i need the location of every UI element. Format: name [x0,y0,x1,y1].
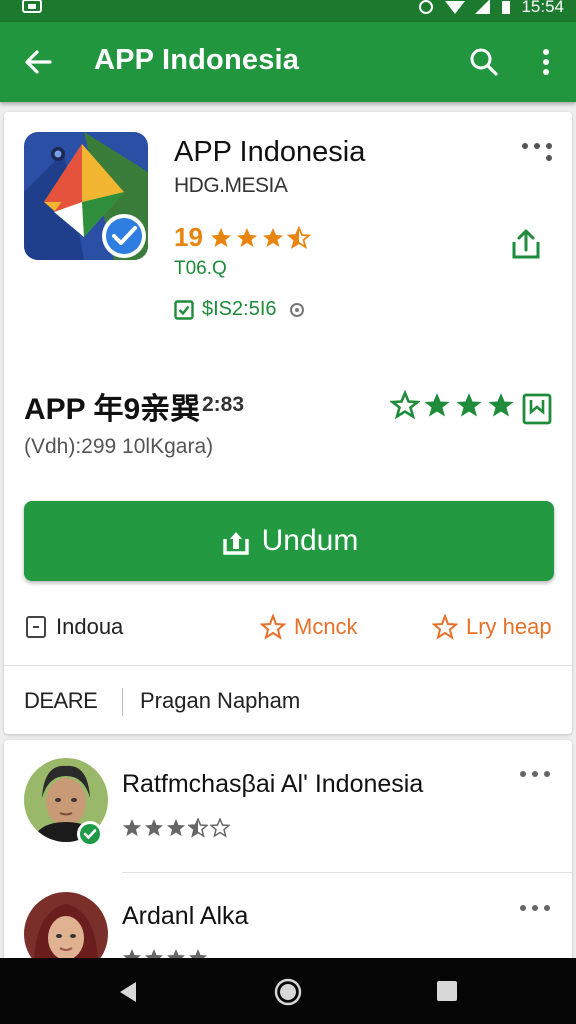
bookmark-icon[interactable] [520,392,554,426]
search-icon[interactable] [468,46,500,78]
arrow-back-icon[interactable] [22,46,54,78]
rating-stars [209,225,311,250]
star-outline-icon [432,614,458,640]
review-divider [122,872,572,873]
tab-deare[interactable]: DEARE [24,688,98,714]
system-nav-bar [0,958,576,1024]
more-horiz-icon[interactable] [518,902,552,922]
notification-icon [22,0,42,13]
rating-row: 19 [174,222,311,253]
reviewer-name: Ardanl Alka [122,902,249,930]
signal-icon [475,0,491,14]
check-badge-icon [174,299,194,320]
file-icon [26,616,46,638]
install-label: Undum [261,524,359,557]
share-icon[interactable] [508,226,544,262]
status-time: 15:54 [521,0,564,16]
star-half-icon [286,225,311,249]
sync-icon [419,0,434,14]
star-full-icon [167,819,185,836]
verified-badge-icon [77,821,103,847]
status-icons: 15:54 [417,0,564,17]
review-stars [122,818,230,838]
star-full-icon [262,227,283,247]
rating-value: 19 [174,222,203,252]
download-icon [222,532,249,555]
star-half-icon [188,818,208,838]
battery-icon [502,1,511,14]
nav-recent-icon[interactable] [436,980,458,1002]
status-bar: 15:54 [0,0,576,22]
meta-item-3[interactable]: Lry heap [432,614,552,640]
nav-home-icon[interactable] [274,978,302,1006]
star-outline-icon [260,614,286,640]
app-code: T06.Q [174,258,227,279]
star-full-icon [123,819,141,836]
meta-item-1-label: Indoua [56,614,124,639]
install-button[interactable]: Undum [24,501,554,581]
settings-icon [289,302,304,317]
tab-separator [122,688,123,716]
details-title: APP 年9亲巽 [24,393,201,426]
app-bar: APP Indonesia [0,22,576,102]
meta-row: Indoua Mcnck Lry heap [4,600,572,660]
size-row: $IS2:5I6 [174,298,309,321]
star-outline-icon[interactable] [390,390,420,420]
star-full-icon[interactable] [486,390,516,420]
meta-item-1[interactable]: Indoua [24,614,123,640]
more-horiz-icon[interactable] [518,768,552,788]
details-time: 2:83 [202,393,245,416]
app-name: APP Indonesia [174,136,366,168]
more-vert-icon[interactable] [532,46,560,78]
tab-pragan[interactable]: Pragan Napham [140,688,300,714]
app-bar-title: APP Indonesia [94,44,300,76]
rate-stars[interactable] [390,390,516,420]
star-full-icon[interactable] [422,390,452,420]
star-full-icon [145,819,163,836]
wifi-icon [445,1,466,14]
meta-item-2[interactable]: Mcnck [260,614,358,640]
developer-name[interactable]: HDG.MESIA [174,174,288,198]
meta-item-3-label: Lry heap [466,614,552,639]
star-full-icon[interactable] [454,390,484,420]
size-text: $IS2:5I6 [202,298,277,320]
divider [4,665,572,666]
star-outline-icon [210,818,230,838]
meta-item-2-label: Mcnck [294,614,358,639]
nav-back-icon[interactable] [116,980,140,1004]
tabs-row: DEARE Pragan Napham [4,680,572,728]
star-full-icon [210,227,231,247]
more-horiz-icon[interactable] [520,140,554,164]
version-text: (Vdh):299 10lKgara) [24,435,214,458]
app-detail-card: APP Indonesia HDG.MESIA 19 T06.Q $IS2:5I… [4,112,572,734]
app-icon[interactable] [24,132,150,262]
star-full-icon [236,227,257,247]
reviewer-name: Ratfmchasβai Al' Indonesia [122,770,424,798]
